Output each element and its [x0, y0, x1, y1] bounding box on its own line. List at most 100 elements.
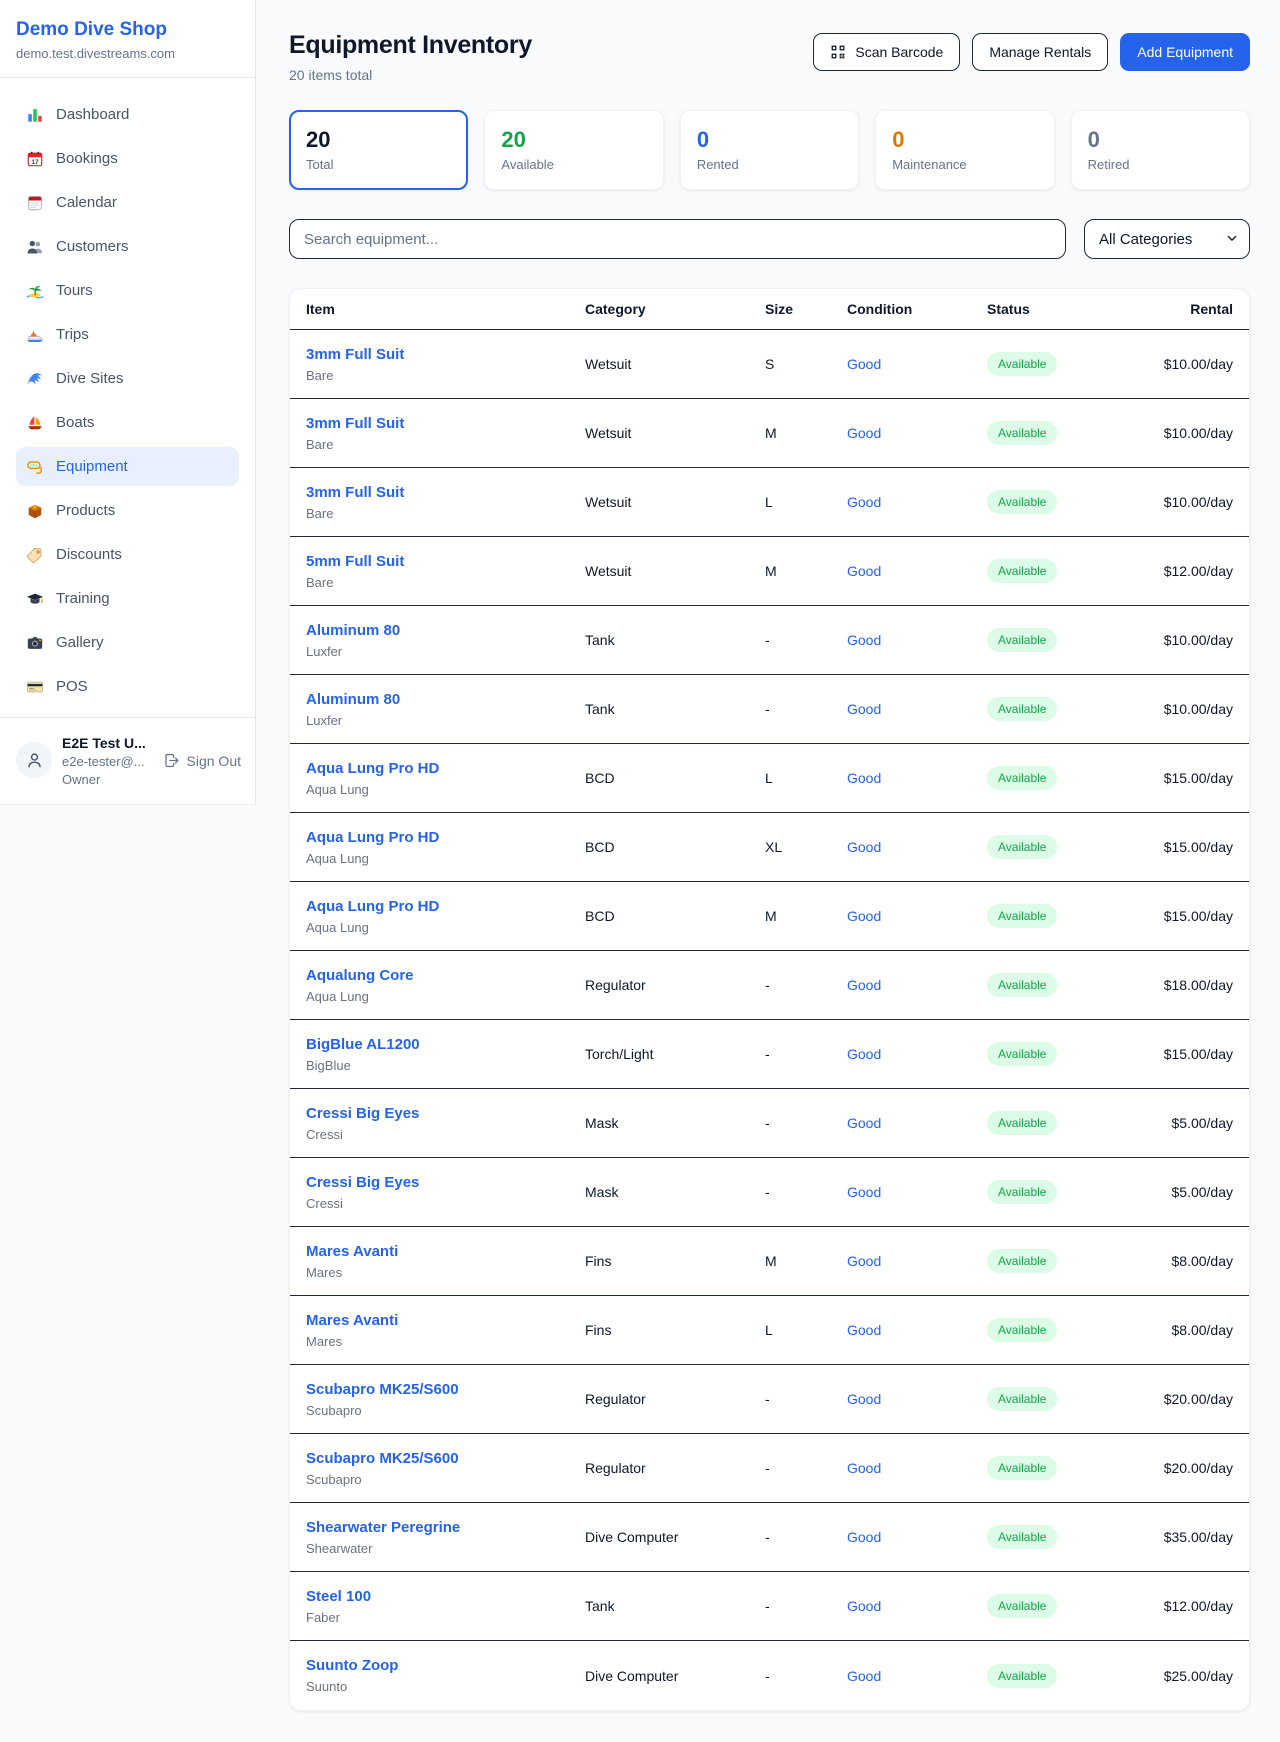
sidebar-item-equipment[interactable]: Equipment — [16, 447, 239, 486]
condition-link[interactable]: Good — [847, 701, 881, 717]
scan-barcode-button[interactable]: Scan Barcode — [813, 33, 960, 71]
stat-card-retired[interactable]: 0Retired — [1071, 110, 1250, 190]
search-input[interactable] — [289, 219, 1066, 259]
condition-link[interactable]: Good — [847, 425, 881, 441]
item-name-link[interactable]: Aluminum 80 — [306, 621, 400, 640]
item-name-link[interactable]: Scubapro MK25/S600 — [306, 1380, 459, 1399]
item-name-link[interactable]: BigBlue AL1200 — [306, 1035, 420, 1054]
condition-link[interactable]: Good — [847, 1391, 881, 1407]
stat-card-maintenance[interactable]: 0Maintenance — [875, 110, 1054, 190]
condition-link[interactable]: Good — [847, 1668, 881, 1684]
condition-link[interactable]: Good — [847, 770, 881, 786]
item-name-link[interactable]: Cressi Big Eyes — [306, 1104, 419, 1123]
item-name-link[interactable]: Mares Avanti — [306, 1242, 398, 1261]
sidebar-item-pos[interactable]: POS — [16, 667, 239, 706]
condition-link[interactable]: Good — [847, 839, 881, 855]
rental-cell: $5.00/day — [1112, 1184, 1233, 1200]
condition-link[interactable]: Good — [847, 908, 881, 924]
stat-card-rented[interactable]: 0Rented — [680, 110, 859, 190]
sidebar-item-trips[interactable]: Trips — [16, 315, 239, 354]
table-row: Aqua Lung Pro HDAqua LungBCDXLGoodAvaila… — [290, 813, 1249, 882]
status-badge: Available — [987, 421, 1057, 445]
category-select[interactable]: All Categories — [1084, 219, 1250, 259]
item-name-link[interactable]: Aqua Lung Pro HD — [306, 828, 439, 847]
item-name-link[interactable]: Aqua Lung Pro HD — [306, 759, 439, 778]
condition-link[interactable]: Good — [847, 1598, 881, 1614]
sidebar-item-label: Boats — [56, 414, 94, 431]
stat-card-available[interactable]: 20Available — [484, 110, 663, 190]
sidebar-item-label: Calendar — [56, 194, 117, 211]
sidebar-item-dashboard[interactable]: Dashboard — [16, 95, 239, 134]
stat-value: 0 — [697, 126, 842, 153]
item-name-link[interactable]: Mares Avanti — [306, 1311, 398, 1330]
item-name-link[interactable]: Aqua Lung Pro HD — [306, 897, 439, 916]
item-name-link[interactable]: 3mm Full Suit — [306, 345, 404, 364]
status-badge: Available — [987, 1249, 1057, 1273]
condition-link[interactable]: Good — [847, 1460, 881, 1476]
condition-link[interactable]: Good — [847, 1046, 881, 1062]
condition-link[interactable]: Good — [847, 632, 881, 648]
item-name-link[interactable]: Shearwater Peregrine — [306, 1518, 460, 1537]
sidebar-item-label: POS — [56, 678, 88, 695]
status-badge: Available — [987, 1180, 1057, 1204]
sidebar-item-calendar[interactable]: Calendar — [16, 183, 239, 222]
stat-card-total[interactable]: 20Total — [289, 110, 468, 190]
item-cell: Mares AvantiMares — [306, 1311, 585, 1350]
condition-link[interactable]: Good — [847, 1322, 881, 1338]
condition-link[interactable]: Good — [847, 1529, 881, 1545]
size-cell: - — [765, 1115, 847, 1131]
condition-link[interactable]: Good — [847, 1184, 881, 1200]
table-row: Shearwater PeregrineShearwaterDive Compu… — [290, 1503, 1249, 1572]
item-cell: Aqua Lung Pro HDAqua Lung — [306, 828, 585, 867]
condition-cell: Good — [847, 1460, 987, 1476]
item-name-link[interactable]: 3mm Full Suit — [306, 483, 404, 502]
sidebar-item-discounts[interactable]: Discounts — [16, 535, 239, 574]
item-name-link[interactable]: 5mm Full Suit — [306, 552, 404, 571]
item-name-link[interactable]: Cressi Big Eyes — [306, 1173, 419, 1192]
condition-link[interactable]: Good — [847, 977, 881, 993]
user-role: Owner — [62, 772, 146, 788]
category-cell: Mask — [585, 1184, 765, 1200]
condition-link[interactable]: Good — [847, 563, 881, 579]
tours-icon — [26, 282, 44, 300]
table-row: BigBlue AL1200BigBlueTorch/Light-GoodAva… — [290, 1020, 1249, 1089]
condition-link[interactable]: Good — [847, 356, 881, 372]
condition-link[interactable]: Good — [847, 1253, 881, 1269]
manage-rentals-button[interactable]: Manage Rentals — [972, 33, 1108, 71]
add-equipment-button[interactable]: Add Equipment — [1120, 33, 1250, 71]
training-icon — [26, 590, 44, 608]
item-name-link[interactable]: Suunto Zoop — [306, 1656, 398, 1675]
condition-cell: Good — [847, 1253, 987, 1269]
table-row: 3mm Full SuitBareWetsuitSGoodAvailable$1… — [290, 330, 1249, 399]
sidebar-item-dive-sites[interactable]: Dive Sites — [16, 359, 239, 398]
item-brand: Aqua Lung — [306, 782, 585, 798]
sidebar-item-label: Training — [56, 590, 110, 607]
boats-icon — [26, 414, 44, 432]
table-row: Steel 100FaberTank-GoodAvailable$12.00/d… — [290, 1572, 1249, 1641]
sidebar-item-boats[interactable]: Boats — [16, 403, 239, 442]
column-header-item: Item — [306, 301, 585, 317]
category-cell: Fins — [585, 1322, 765, 1338]
item-name-link[interactable]: Aqualung Core — [306, 966, 414, 985]
condition-link[interactable]: Good — [847, 1115, 881, 1131]
sign-out-button[interactable]: Sign Out — [163, 752, 241, 769]
sidebar-item-tours[interactable]: Tours — [16, 271, 239, 310]
sidebar-item-bookings[interactable]: 17Bookings — [16, 139, 239, 178]
item-name-link[interactable]: Aluminum 80 — [306, 690, 400, 709]
size-cell: L — [765, 770, 847, 786]
sidebar-item-customers[interactable]: Customers — [16, 227, 239, 266]
category-cell: Wetsuit — [585, 494, 765, 510]
condition-link[interactable]: Good — [847, 494, 881, 510]
condition-cell: Good — [847, 1391, 987, 1407]
item-name-link[interactable]: Steel 100 — [306, 1587, 371, 1606]
item-name-link[interactable]: 3mm Full Suit — [306, 414, 404, 433]
category-cell: Wetsuit — [585, 563, 765, 579]
sidebar-item-gallery[interactable]: Gallery — [16, 623, 239, 662]
item-name-link[interactable]: Scubapro MK25/S600 — [306, 1449, 459, 1468]
category-cell: Regulator — [585, 977, 765, 993]
sidebar-item-products[interactable]: Products — [16, 491, 239, 530]
rental-cell: $20.00/day — [1112, 1460, 1233, 1476]
table-row: Aqua Lung Pro HDAqua LungBCDMGoodAvailab… — [290, 882, 1249, 951]
sidebar-item-training[interactable]: Training — [16, 579, 239, 618]
sign-out-label: Sign Out — [187, 753, 241, 769]
